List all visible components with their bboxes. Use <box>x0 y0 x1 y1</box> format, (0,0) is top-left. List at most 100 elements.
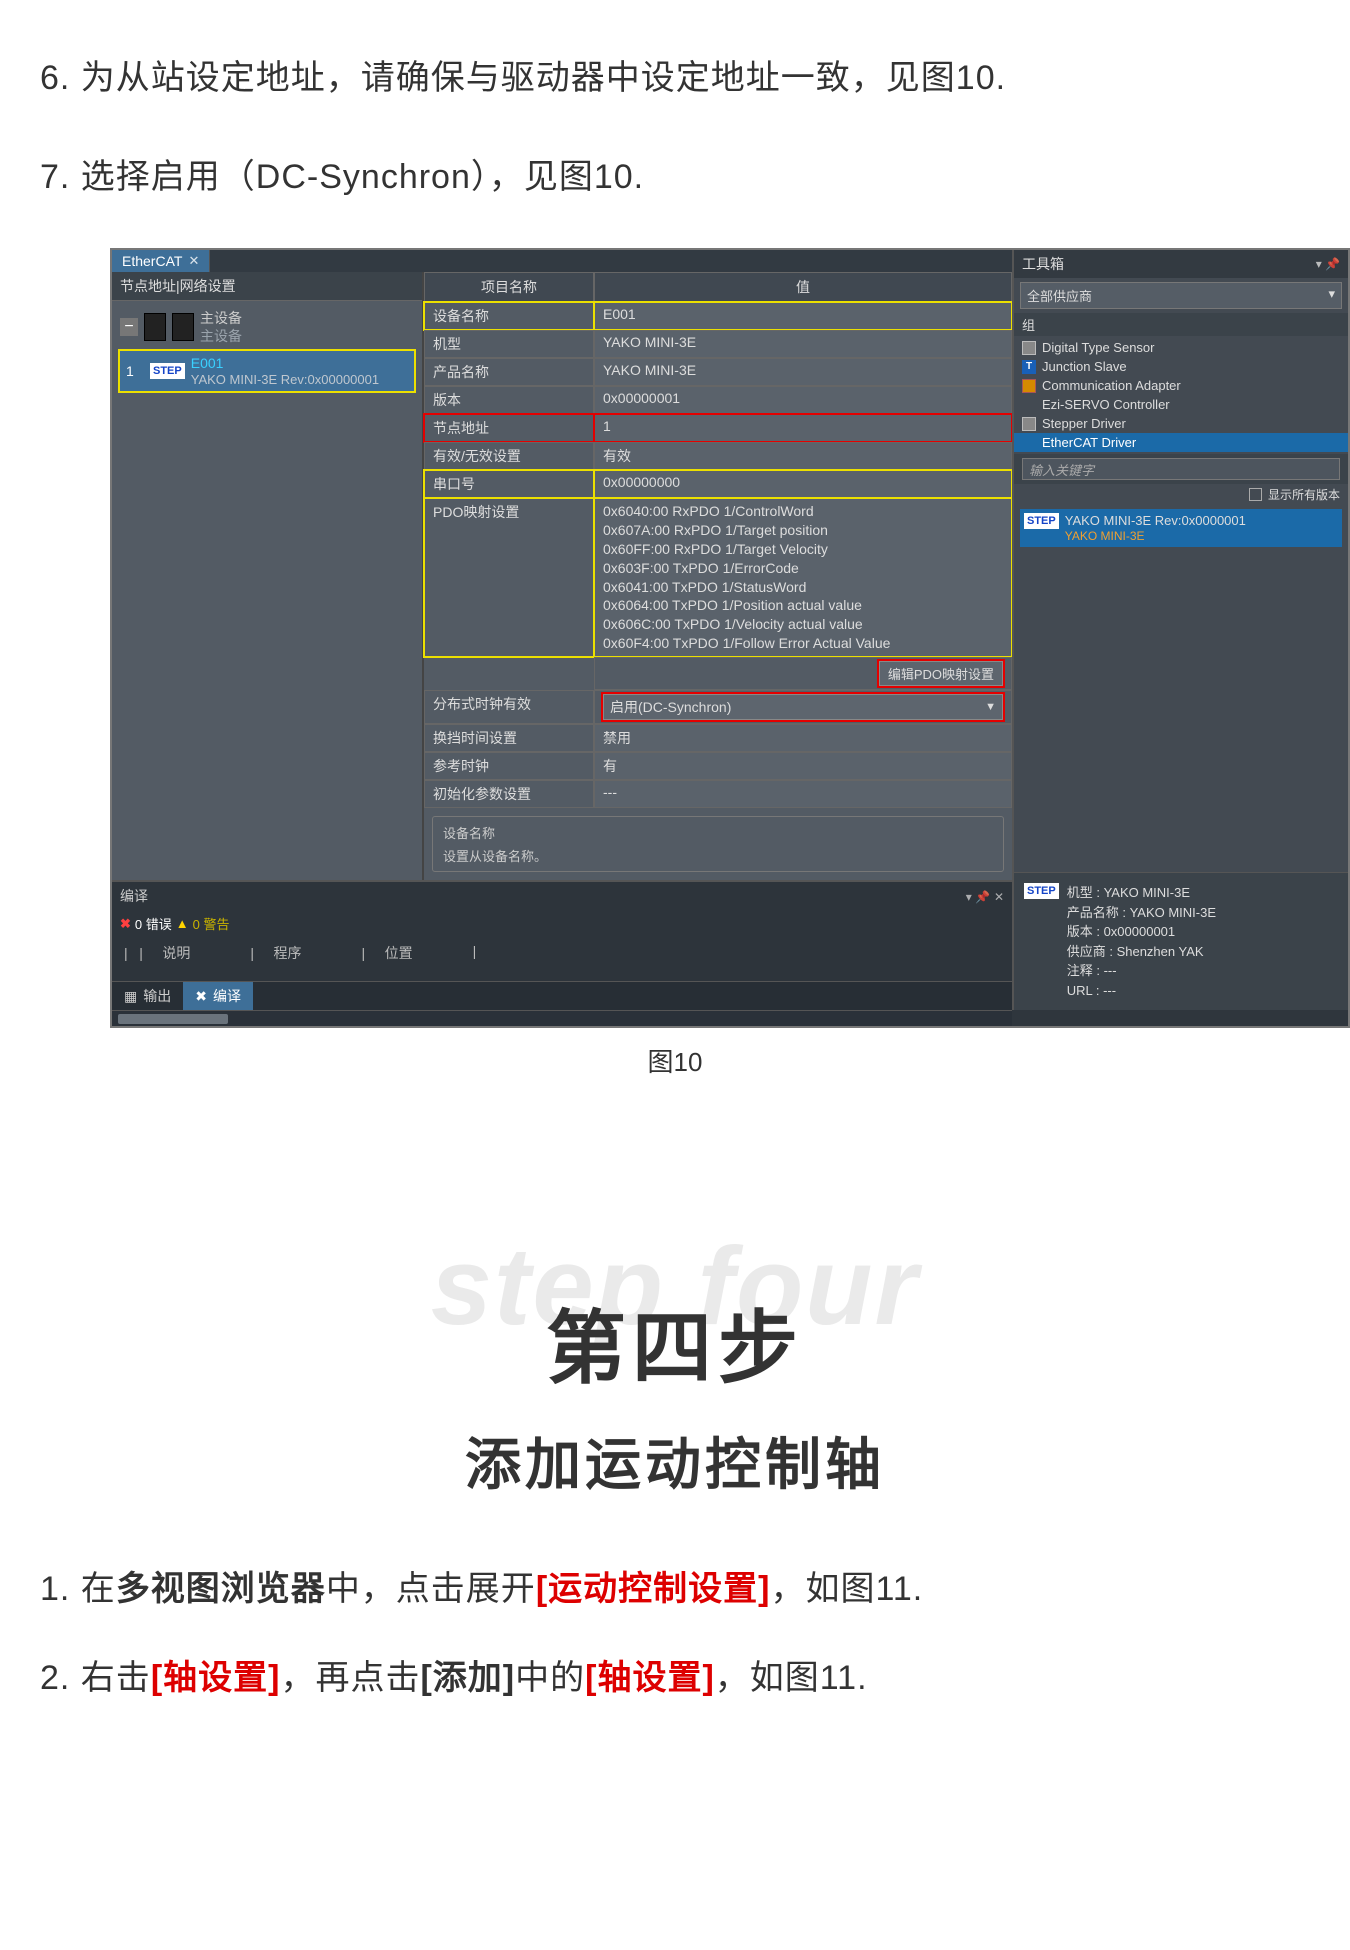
device-info-panel: STEP 机型 : YAKO MINI-3E 产品名称 : YAKO MINI-… <box>1014 872 1348 1010</box>
doc-step4-2: 2. 右击[轴设置]，再点击[添加]中的[轴设置]，如图11. <box>40 1650 1310 1699</box>
screenshot-fig10: EtherCAT ✕ 节点地址|网络设置 − 主设备 主设备 1 <box>110 248 1350 1028</box>
row-shift-l: 换挡时间设置 <box>424 724 594 752</box>
step-heading: step four 第四步 添加运动控制轴 <box>40 1259 1310 1501</box>
figure-caption: 图10 <box>40 1042 1310 1079</box>
step-subtitle: 添加运动控制轴 <box>40 1420 1310 1501</box>
row-model-v: YAKO MINI-3E <box>594 330 1012 358</box>
compile-icon: ✖ <box>195 988 207 1005</box>
toolbox-item[interactable]: Communication Adapter <box>1014 376 1348 395</box>
tab-compile[interactable]: ✖ 编译 <box>183 982 253 1010</box>
step-badge-icon: STEP <box>1024 883 1059 899</box>
desc-title: 设备名称 <box>443 823 993 842</box>
row-ref-l: 参考时钟 <box>424 752 594 780</box>
row-init-l: 初始化参数设置 <box>424 780 594 808</box>
warning-icon: ▲ <box>176 916 189 931</box>
warning-count[interactable]: 0 警告 <box>193 914 230 933</box>
row-valid-v[interactable]: 有效 <box>594 442 1012 470</box>
step-badge-icon: STEP <box>1024 513 1059 529</box>
row-product-v: YAKO MINI-3E <box>594 358 1012 386</box>
junction-icon: T <box>1022 360 1036 374</box>
close-icon[interactable]: ✕ <box>188 253 199 269</box>
stepper-icon <box>1022 417 1036 431</box>
row-serial-l: 串口号 <box>424 470 594 498</box>
chevron-down-icon: ▾ <box>1328 286 1335 305</box>
tree-master[interactable]: − 主设备 主设备 <box>120 307 414 347</box>
toolbox-title: 工具箱 <box>1022 254 1064 274</box>
master-label1: 主设备 <box>200 310 242 326</box>
output-icon: ▦ <box>124 988 137 1005</box>
col-position: 位置 <box>385 945 413 961</box>
result-sub: YAKO MINI-3E <box>1065 529 1145 543</box>
doc-step7: 7. 选择启用（DC-Synchron），见图10. <box>40 149 1310 198</box>
row-address-l: 节点地址 <box>424 414 594 442</box>
dc-synchron-combo[interactable]: 启用(DC-Synchron) ▼ <box>603 694 1003 720</box>
node-desc: YAKO MINI-3E Rev:0x00000001 <box>191 372 379 387</box>
show-all-checkbox[interactable] <box>1249 488 1262 501</box>
toolbox-item[interactable]: TJunction Slave <box>1014 357 1348 376</box>
row-device-name-v[interactable]: E001 <box>594 302 1012 330</box>
pin-icon[interactable]: ▾ 📌 <box>966 890 990 904</box>
row-dc-l: 分布式时钟有效 <box>424 690 594 724</box>
row-pdo-l: PDO映射设置 <box>424 498 594 657</box>
desc-body: 设置从设备名称。 <box>443 846 993 865</box>
adapter-icon <box>1022 379 1036 393</box>
keyword-input[interactable]: 输入关键字 <box>1022 458 1340 480</box>
show-all-label: 显示所有版本 <box>1268 486 1340 503</box>
row-address-v[interactable]: 1 <box>594 414 1012 442</box>
prop-header-value: 值 <box>594 272 1012 302</box>
device-icon <box>144 313 166 341</box>
row-product-l: 产品名称 <box>424 358 594 386</box>
edit-pdo-button[interactable]: 编辑PDO映射设置 <box>879 661 1003 686</box>
panel-menu-icon[interactable]: ▾ 📌 <box>1316 257 1340 271</box>
collapse-icon[interactable]: − <box>120 318 138 336</box>
row-ref-v: 有 <box>594 752 1012 780</box>
node-code: E001 <box>191 355 224 371</box>
editor-tabbar: EtherCAT ✕ <box>112 250 1012 272</box>
search-result[interactable]: STEP YAKO MINI-3E Rev:0x0000001 YAKO MIN… <box>1020 509 1342 547</box>
step-cn: 第四步 <box>40 1284 1310 1400</box>
device-icon <box>172 313 194 341</box>
node-number: 1 <box>126 363 144 379</box>
toolbox-item[interactable]: Digital Type Sensor <box>1014 338 1348 357</box>
tree-node-selected[interactable]: 1 STEP E001 YAKO MINI-3E Rev:0x00000001 <box>120 351 414 391</box>
tab-ethercat[interactable]: EtherCAT ✕ <box>112 250 210 272</box>
compile-title: 编译 <box>120 886 148 906</box>
dc-combo-value: 启用(DC-Synchron) <box>610 697 731 717</box>
doc-step4-1: 1. 在多视图浏览器中，点击展开[运动控制设置]，如图11. <box>40 1561 1310 1610</box>
tree-header: 节点地址|网络设置 <box>112 272 422 301</box>
col-description: 说明 <box>162 945 190 961</box>
row-version-l: 版本 <box>424 386 594 414</box>
row-device-name-l: 设备名称 <box>424 302 594 330</box>
info-model: 机型 : YAKO MINI-3E <box>1067 883 1216 903</box>
master-label2: 主设备 <box>200 328 242 344</box>
row-init-v[interactable]: --- <box>594 780 1012 808</box>
info-comment: 注释 : --- <box>1067 961 1216 981</box>
supplier-combo[interactable]: 全部供应商 ▾ <box>1020 282 1342 309</box>
doc-step6: 6. 为从站设定地址，请确保与驱动器中设定地址一致，见图10. <box>40 50 1310 99</box>
toolbox-item-selected[interactable]: EtherCAT Driver <box>1014 433 1348 452</box>
group-header: 组 <box>1014 313 1348 336</box>
row-serial-v: 0x00000000 <box>594 470 1012 498</box>
tab-output[interactable]: ▦ 输出 <box>112 982 183 1010</box>
step-badge-icon: STEP <box>150 363 185 379</box>
description-panel: 设备名称 设置从设备名称。 <box>432 816 1004 872</box>
error-icon: ✖ <box>120 916 131 932</box>
row-shift-v[interactable]: 禁用 <box>594 724 1012 752</box>
toolbox-item[interactable]: Stepper Driver <box>1014 414 1348 433</box>
row-pdo-v: 0x6040:00 RxPDO 1/ControlWord 0x607A:00 … <box>594 498 1012 657</box>
info-version: 版本 : 0x00000001 <box>1067 922 1216 942</box>
result-title: YAKO MINI-3E Rev:0x0000001 <box>1065 513 1246 528</box>
tab-label: EtherCAT <box>122 253 182 269</box>
error-count[interactable]: 0 错误 <box>135 914 172 933</box>
close-icon[interactable]: ✕ <box>994 890 1004 904</box>
toolbox-list: Digital Type Sensor TJunction Slave Comm… <box>1014 336 1348 454</box>
chevron-down-icon: ▼ <box>985 701 996 713</box>
row-model-l: 机型 <box>424 330 594 358</box>
row-valid-l: 有效/无效设置 <box>424 442 594 470</box>
toolbox-item[interactable]: Ezi-SERVO Controller <box>1014 395 1348 414</box>
horizontal-scrollbar[interactable] <box>112 1010 1012 1026</box>
info-vendor: 供应商 : Shenzhen YAK <box>1067 942 1216 962</box>
prop-header-name: 项目名称 <box>424 272 594 302</box>
info-product: 产品名称 : YAKO MINI-3E <box>1067 903 1216 923</box>
col-program: 程序 <box>273 945 301 961</box>
